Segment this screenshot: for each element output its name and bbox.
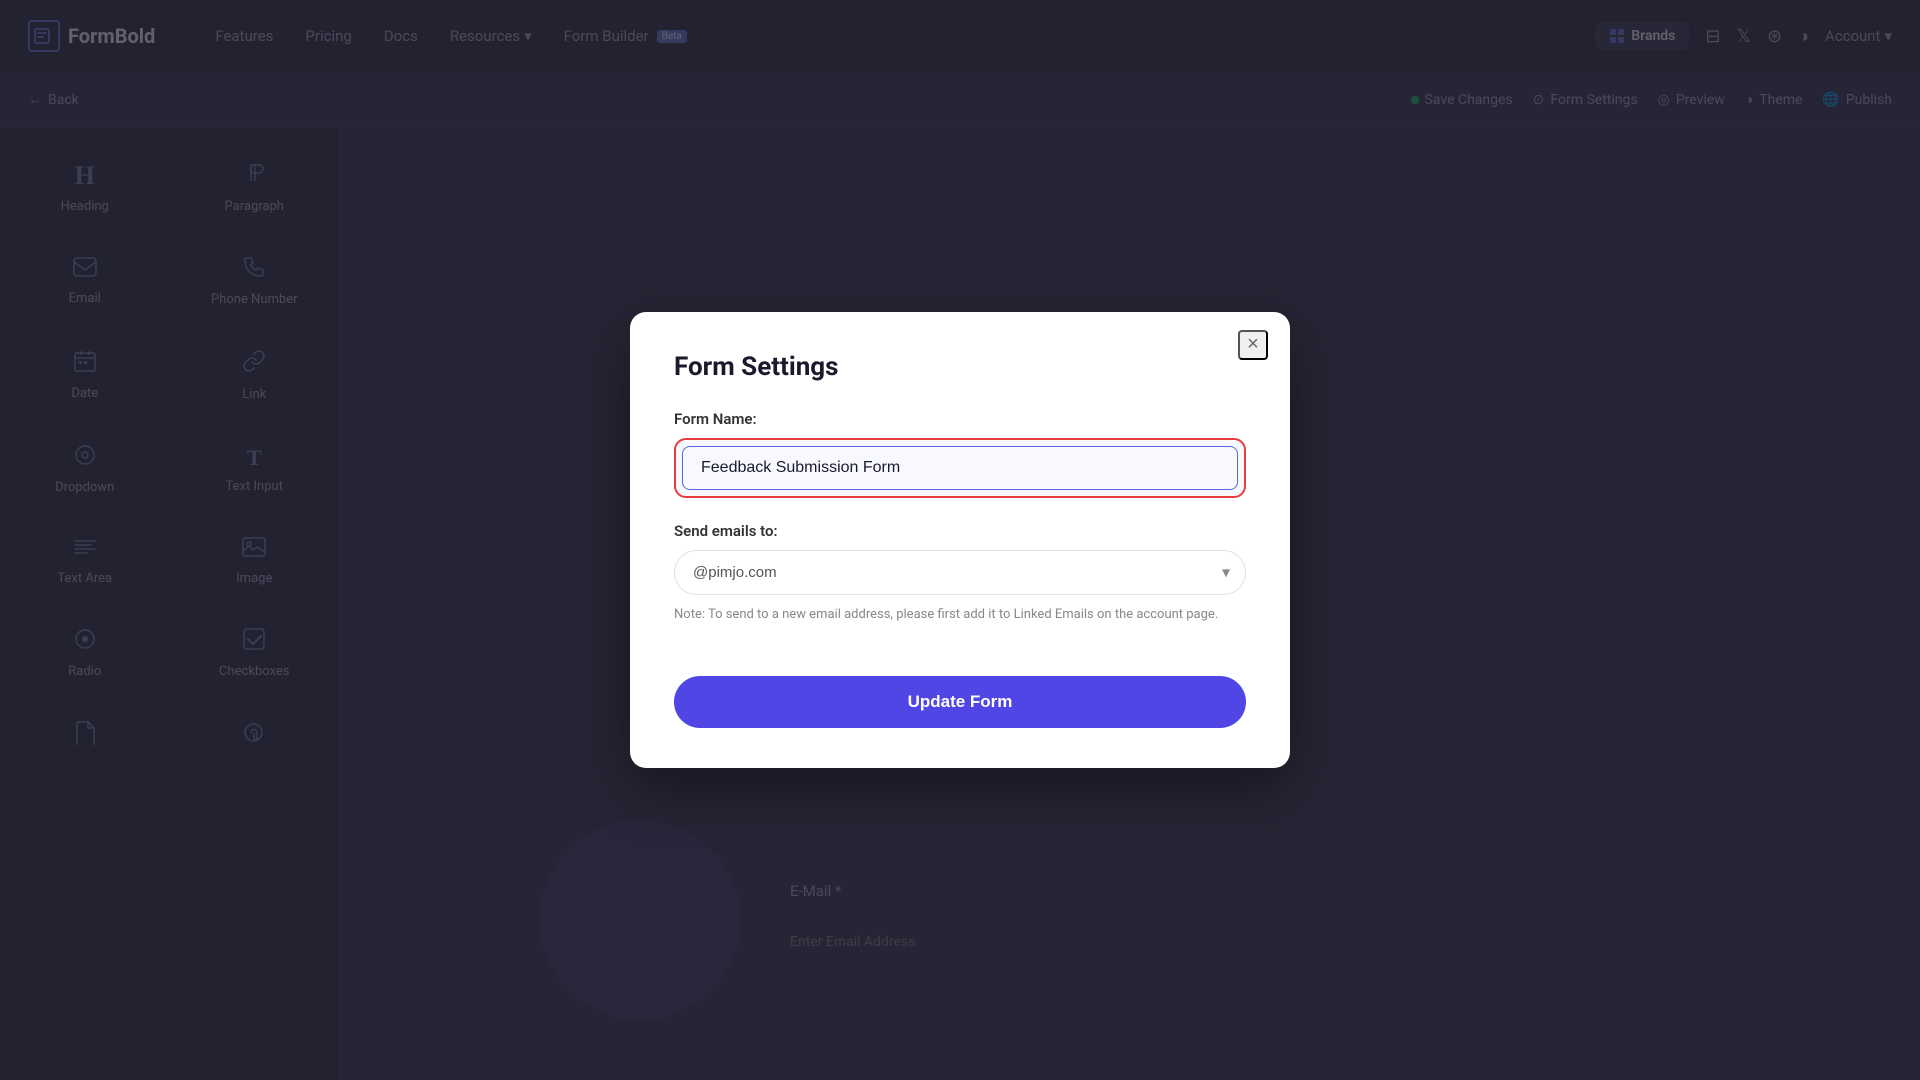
email-select[interactable]: @pimjo.com <box>674 550 1246 595</box>
form-note: Note: To send to a new email address, pl… <box>674 605 1246 625</box>
send-emails-label: Send emails to: <box>674 522 1246 540</box>
modal-title: Form Settings <box>674 352 1246 382</box>
modal-overlay: × Form Settings Form Name: Send emails t… <box>0 0 1920 1080</box>
form-name-input[interactable] <box>682 446 1238 490</box>
form-name-label: Form Name: <box>674 410 1246 428</box>
form-settings-modal: × Form Settings Form Name: Send emails t… <box>630 312 1290 769</box>
email-select-wrapper: @pimjo.com ▾ <box>674 550 1246 595</box>
modal-close-button[interactable]: × <box>1238 330 1268 360</box>
form-name-input-wrapper <box>674 438 1246 498</box>
update-form-button[interactable]: Update Form <box>674 676 1246 728</box>
form-name-group: Form Name: <box>674 410 1246 498</box>
send-emails-group: Send emails to: @pimjo.com ▾ Note: To se… <box>674 522 1246 625</box>
app-container: FormBold Features Pricing Docs Resources… <box>0 0 1920 1080</box>
